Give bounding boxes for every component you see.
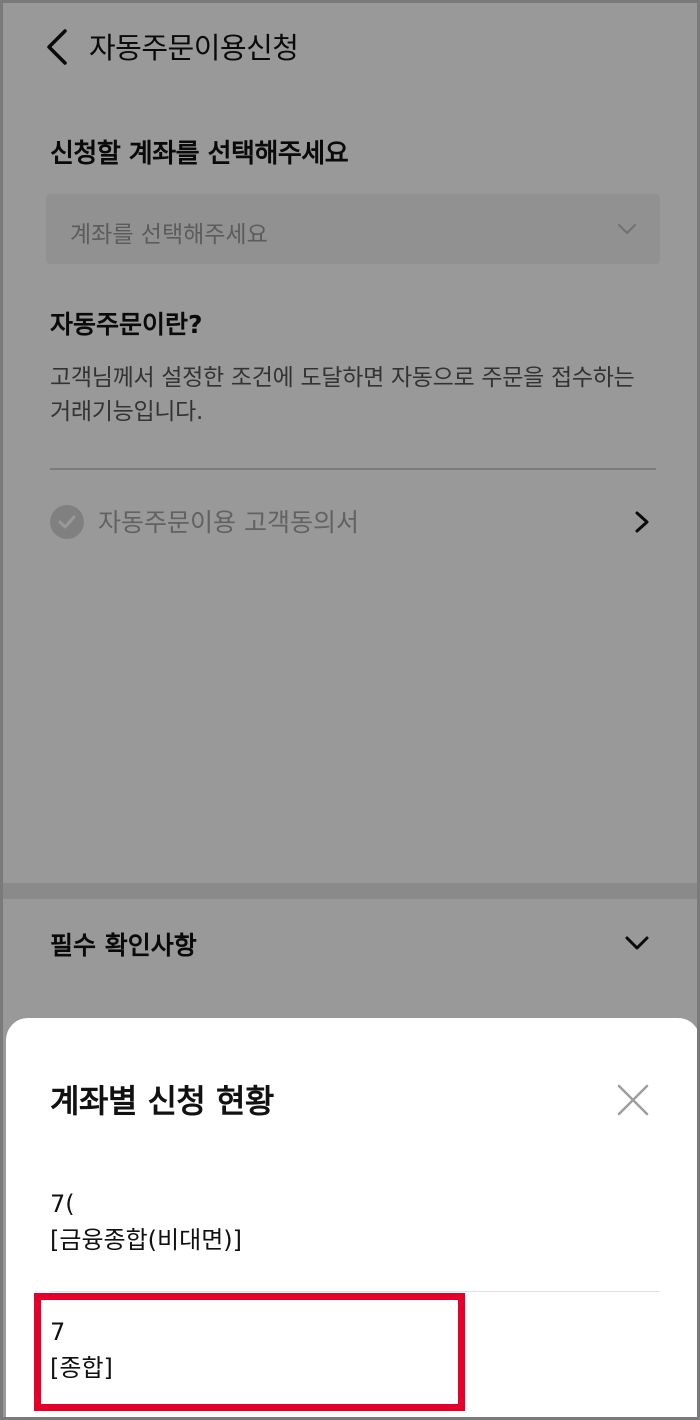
account-list-item[interactable]: 7( [금융종합(비대면)] — [50, 1186, 660, 1292]
sheet-title: 계좌별 신청 현황 — [50, 1082, 274, 1120]
highlight-box — [34, 1293, 465, 1411]
close-icon — [617, 1084, 649, 1116]
account-number: 7( — [50, 1190, 75, 1218]
screen: 자동주문이용신청 신청할 계좌를 선택해주세요 계좌를 선택해주세요 자동주문이… — [0, 0, 700, 1420]
close-button[interactable] — [613, 1080, 653, 1120]
account-type: [금융종합(비대면)] — [50, 1226, 243, 1254]
